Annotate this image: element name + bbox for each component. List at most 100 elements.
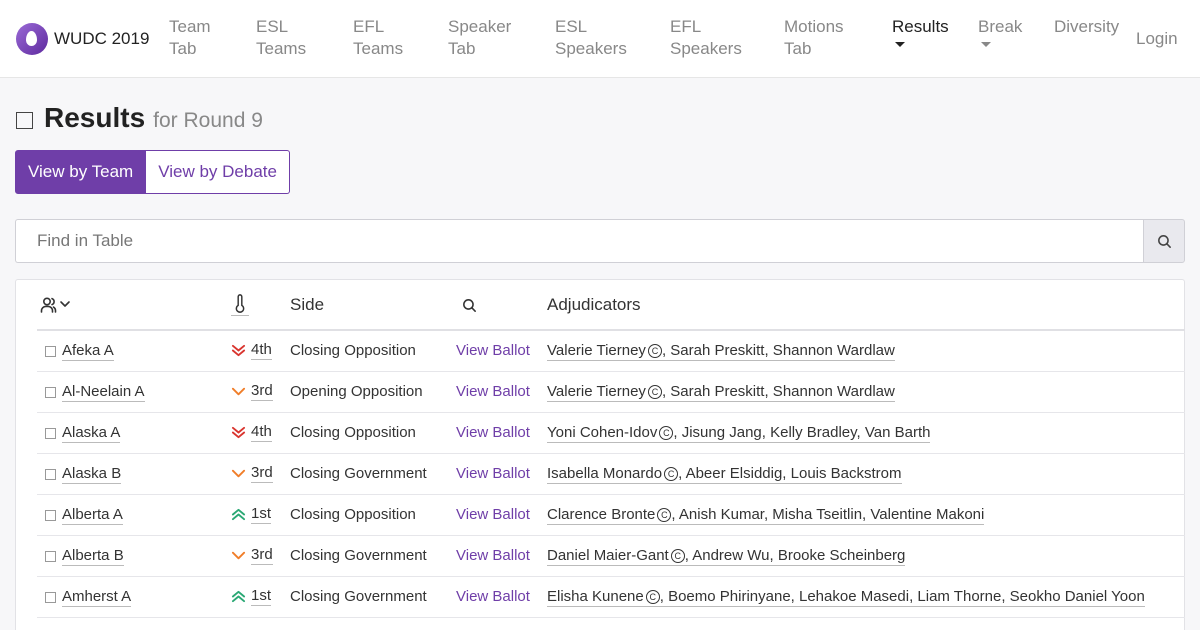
- nav-team-tab[interactable]: Team Tab: [169, 16, 211, 60]
- side-cell: Opening Opposition: [290, 371, 456, 413]
- view-ballot-link[interactable]: View Ballot: [456, 547, 530, 564]
- panel-names: , Andrew Wu, Brooke Scheinberg: [684, 547, 906, 564]
- chair-icon: C: [670, 549, 685, 563]
- nav-esl-speakers[interactable]: ESL Speakers: [555, 16, 627, 60]
- chair-name: Yoni Cohen-Idov: [547, 424, 658, 441]
- nav-login-label: Login: [1136, 29, 1178, 48]
- search-input[interactable]: [15, 219, 1143, 263]
- side-cell: Closing Government: [290, 576, 456, 618]
- nav-break-dropdown[interactable]: Break: [978, 16, 1022, 47]
- adjudicators-list[interactable]: Valerie Tierney C, Sarah Preskitt, Shanno…: [547, 383, 895, 402]
- adjudicators-list[interactable]: Daniel Maier-Gant C, Andrew Wu, Brooke Sc…: [547, 547, 906, 566]
- result-rank: 1st: [251, 587, 272, 606]
- table-header-row: Side Adjudicators: [37, 280, 1185, 331]
- chair-name: Valerie Tierney: [547, 383, 646, 400]
- ballot-cell: View Ballot: [456, 453, 547, 495]
- table-row: Al-Neelain A 3rd Opening Opposition View Ba…: [37, 371, 1185, 413]
- side-cell: Closing Government: [290, 535, 456, 577]
- search-icon: [1157, 234, 1171, 248]
- page-title: Results: [44, 102, 146, 133]
- view-by-debate-button[interactable]: View by Debate: [146, 150, 290, 194]
- nav-esl-speakers-line2: Speakers: [555, 39, 627, 58]
- results-card: Side Adjudicators Afeka A 4th Closing Oppo…: [15, 279, 1185, 630]
- view-toggle: View by Team View by Debate: [15, 150, 290, 194]
- nav-esl-teams-line2: Teams: [256, 39, 307, 58]
- chevron-down-icon: [231, 387, 246, 396]
- result-cell: 1st: [231, 576, 290, 618]
- table-row: Afeka A 4th Closing Opposition View Ballot V…: [37, 330, 1185, 372]
- team-name[interactable]: Afeka A: [62, 342, 114, 362]
- team-name[interactable]: Alberta A: [62, 506, 123, 525]
- nav-team-tab-line1: Team: [169, 17, 211, 36]
- result-cell: 4th: [231, 330, 290, 372]
- side-column-header[interactable]: Side: [290, 280, 456, 331]
- square-icon: [45, 469, 56, 480]
- team-cell: Afeka A: [37, 330, 231, 372]
- result-rank: 4th: [251, 423, 272, 442]
- team-name[interactable]: Alaska B: [62, 465, 122, 484]
- nav-efl-teams[interactable]: EFL Teams: [353, 16, 403, 60]
- result-cell: 3rd: [231, 453, 290, 495]
- adjudicators-list[interactable]: Valerie Tierney C, Sarah Preskitt, Shanno…: [547, 342, 895, 362]
- table-row: Alberta A 1st Closing Opposition View Ballo…: [37, 494, 1185, 536]
- view-ballot-link[interactable]: View Ballot: [456, 465, 530, 482]
- square-icon: [16, 112, 33, 129]
- panel-names: , Anish Kumar, Misha Tseitlin, Valentine…: [671, 506, 985, 523]
- chair-name: Daniel Maier-Gant: [547, 547, 669, 564]
- nav-esl-speakers-line1: ESL: [555, 17, 588, 36]
- result-column-header[interactable]: [231, 280, 290, 331]
- nav-efl-speakers[interactable]: EFL Speakers: [670, 16, 742, 60]
- adjudicators-list[interactable]: Isabella Monardo C, Abeer Elsiddig, Louis…: [547, 465, 902, 484]
- view-ballot-link[interactable]: View Ballot: [456, 383, 530, 400]
- nav-speaker-tab[interactable]: Speaker Tab: [448, 16, 511, 60]
- view-ballot-link[interactable]: View Ballot: [456, 506, 530, 523]
- view-ballot-link[interactable]: View Ballot: [456, 424, 530, 441]
- nav-esl-teams[interactable]: ESL Teams: [256, 16, 306, 60]
- ballot-cell: View Ballot: [456, 535, 547, 577]
- view-by-team-button[interactable]: View by Team: [15, 150, 147, 194]
- side-cell: Closing Opposition: [290, 412, 456, 454]
- nav-diversity[interactable]: Diversity: [1054, 16, 1119, 38]
- result-cell: 3rd: [231, 371, 290, 413]
- nav-results-dropdown[interactable]: Results: [892, 16, 949, 47]
- caret-down-icon: [895, 42, 905, 47]
- ballot-cell: View Ballot: [456, 576, 547, 618]
- adjudicators-list[interactable]: Clarence Bronte C, Anish Kumar, Misha Tse…: [547, 506, 985, 525]
- adjudicators-column-header[interactable]: Adjudicators: [547, 280, 1185, 331]
- result-rank: 3rd: [251, 546, 273, 565]
- ballot-column-header[interactable]: [456, 280, 547, 331]
- brand-link[interactable]: WUDC 2019: [16, 22, 149, 56]
- team-name[interactable]: Alberta B: [62, 547, 124, 566]
- search-button[interactable]: [1143, 219, 1185, 263]
- panel-names: , Boemo Phirinyane, Lehakoe Masedi, Liam…: [659, 588, 1145, 605]
- team-column-header[interactable]: [37, 280, 231, 331]
- chair-name: Valerie Tierney: [547, 342, 646, 360]
- team-name[interactable]: Al-Neelain A: [62, 383, 145, 402]
- team-cell: Alberta B: [37, 535, 231, 577]
- double-chevron-down-icon: [231, 345, 246, 357]
- adjudicators-list[interactable]: Yoni Cohen-Idov C, Jisung Jang, Kelly Bra…: [547, 424, 931, 443]
- table-row: Amherst A 1st Closing Government View Ballo…: [37, 576, 1185, 618]
- double-chevron-down-icon: [231, 426, 246, 439]
- nav-efl-teams-line2: Teams: [353, 39, 404, 58]
- ballot-cell: View Ballot: [456, 412, 547, 454]
- nav-login[interactable]: Login: [1136, 28, 1178, 50]
- panel-names: , Sarah Preskitt, Shannon Wardlaw: [661, 383, 895, 400]
- team-cell: Alaska A: [37, 412, 231, 454]
- page-subtitle: for Round 9: [153, 109, 263, 132]
- team-name[interactable]: Alaska A: [62, 424, 121, 443]
- result-rank: 3rd: [251, 382, 273, 401]
- nav-motions-tab[interactable]: Motions Tab: [784, 16, 844, 60]
- table-search: [15, 219, 1185, 263]
- square-icon: [45, 592, 56, 603]
- table-row: Alaska A 4th Closing Opposition View Ballot…: [37, 412, 1185, 454]
- table-row: Alberta B 3rd Closing Government View Ballo…: [37, 535, 1185, 577]
- nav-efl-speakers-line2: Speakers: [670, 39, 742, 58]
- ballot-cell: View Ballot: [456, 330, 547, 372]
- view-ballot-link[interactable]: View Ballot: [456, 588, 530, 605]
- team-name[interactable]: Amherst A: [62, 588, 132, 607]
- table-row: Alaska B 3rd Closing Government View Ballot…: [37, 453, 1185, 495]
- view-ballot-link[interactable]: View Ballot: [456, 342, 530, 359]
- adjudicators-list[interactable]: Elisha Kunene C, Boemo Phirinyane, Lehako…: [547, 588, 1145, 607]
- square-icon: [45, 551, 56, 562]
